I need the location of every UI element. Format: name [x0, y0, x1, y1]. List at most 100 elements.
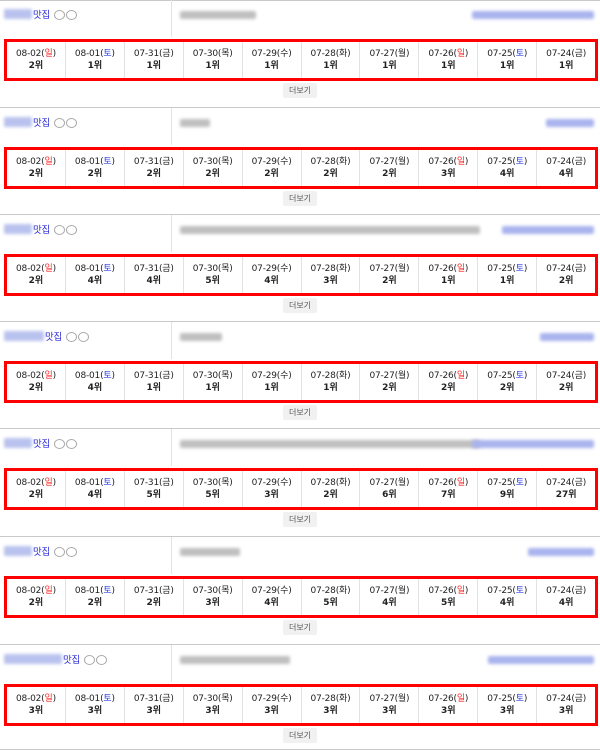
keyword-suffix[interactable]: 맛집	[33, 222, 50, 236]
date-value: 08-01	[74, 694, 101, 704]
rank-value: 2위	[205, 169, 220, 179]
rank-history-box: 08-02(일) 2위 08-01(토) 2위 07-31(금) 2위 07-30(목) 2위…	[4, 147, 598, 189]
column-divider	[171, 537, 172, 574]
date-label: 07-24(금)	[546, 264, 587, 274]
mobile-icon	[54, 439, 65, 449]
rank-history-box: 08-02(일) 2위 08-01(토) 1위 07-31(금) 1위 07-30(목) 1위…	[4, 39, 598, 81]
rank-cell: 07-24(금) 4위	[537, 579, 595, 615]
date-value: 07-26	[428, 694, 454, 704]
keyword-suffix[interactable]: 맛집	[33, 544, 50, 558]
rank-cell: 07-29(수) 2위	[243, 150, 302, 186]
rank-cell: 08-02(일) 2위	[7, 42, 66, 78]
pc-icon	[66, 547, 77, 557]
rank-history-box: 08-02(일) 2위 08-01(토) 2위 07-31(금) 2위 07-30(목) 3위…	[4, 576, 598, 618]
date-value: 07-28	[310, 371, 336, 381]
keyword-suffix[interactable]: 맛집	[45, 329, 62, 343]
place-link-redacted[interactable]	[488, 656, 594, 664]
date-label: 07-24(금)	[546, 478, 587, 488]
weekday-label: 화	[339, 694, 348, 704]
date-value: 07-31	[133, 371, 159, 381]
date-label: 07-25(토)	[487, 371, 528, 381]
rank-value: 1위	[558, 61, 574, 71]
rank-value: 3위	[146, 706, 162, 716]
rank-value: 4위	[558, 169, 574, 179]
more-button[interactable]: 더보기	[283, 512, 317, 527]
place-link-redacted[interactable]	[540, 333, 594, 341]
date-label: 07-31(금)	[133, 586, 174, 596]
weekday-label: 일	[44, 264, 53, 274]
mobile-icon	[54, 225, 65, 235]
mobile-icon	[66, 332, 77, 342]
more-button[interactable]: 더보기	[283, 405, 317, 420]
date-label: 07-30(목)	[192, 157, 233, 167]
date-value: 07-26	[428, 157, 454, 167]
rank-cell: 07-26(일) 3위	[419, 687, 479, 723]
weekday-label: 토	[515, 49, 524, 59]
weekday-label: 수	[280, 586, 289, 596]
date-value: 07-29	[251, 478, 277, 488]
column-divider	[171, 215, 172, 252]
more-button[interactable]: 더보기	[283, 191, 317, 206]
weekday-label: 토	[515, 586, 524, 596]
keyword-suffix[interactable]: 맛집	[33, 115, 50, 129]
date-label: 07-30(목)	[192, 49, 233, 59]
date-label: 07-28(화)	[310, 264, 351, 274]
date-label: 07-29(수)	[251, 694, 292, 704]
keyword-name-redacted	[4, 546, 32, 556]
rank-value: 5위	[441, 598, 456, 608]
keyword-name-redacted	[4, 654, 62, 664]
date-label: 07-27(월)	[369, 478, 410, 488]
rank-value: 1위	[205, 383, 220, 393]
weekday-label: 화	[339, 586, 348, 596]
place-link-redacted[interactable]	[472, 11, 594, 19]
rank-value: 3위	[441, 169, 456, 179]
weekday-label: 화	[339, 157, 348, 167]
rank-cell: 07-30(목) 3위	[184, 687, 243, 723]
rank-cell: 07-28(화) 5위	[302, 579, 361, 615]
date-label: 07-28(화)	[310, 371, 351, 381]
keyword-suffix[interactable]: 맛집	[33, 7, 50, 21]
date-label: 07-26(일)	[428, 694, 469, 704]
weekday-label: 월	[397, 157, 407, 167]
rank-value: 3위	[87, 706, 103, 716]
rank-cell: 07-26(일) 1위	[419, 257, 479, 293]
date-value: 07-26	[428, 478, 454, 488]
rank-value: 4위	[264, 276, 279, 286]
rank-value: 4위	[264, 598, 279, 608]
rank-cell: 07-31(금) 2위	[125, 150, 184, 186]
place-link-redacted[interactable]	[502, 226, 594, 234]
keyword-suffix[interactable]: 맛집	[63, 652, 80, 666]
place-url-redacted	[180, 11, 256, 19]
rank-cell: 08-02(일) 2위	[7, 579, 66, 615]
rank-cell: 07-28(화) 3위	[302, 687, 361, 723]
rank-cell: 07-30(목) 2위	[184, 150, 243, 186]
date-value: 07-30	[192, 264, 218, 274]
date-value: 07-24	[546, 371, 572, 381]
weekday-label: 일	[44, 586, 53, 596]
more-button[interactable]: 더보기	[283, 83, 317, 98]
rank-cell: 07-28(화) 2위	[302, 150, 361, 186]
date-label: 07-25(토)	[487, 478, 528, 488]
date-label: 07-26(일)	[428, 371, 469, 381]
more-button[interactable]: 더보기	[283, 298, 317, 313]
date-value: 07-27	[369, 264, 395, 274]
rank-cell: 08-01(토) 1위	[66, 42, 125, 78]
date-label: 07-31(금)	[133, 694, 174, 704]
rank-value: 4위	[382, 598, 397, 608]
place-link-redacted[interactable]	[528, 548, 594, 556]
rank-cell: 08-02(일) 2위	[7, 364, 66, 400]
rank-cell: 07-28(화) 1위	[302, 364, 361, 400]
keyword-suffix[interactable]: 맛집	[33, 436, 50, 450]
date-value: 07-30	[192, 694, 218, 704]
date-value: 07-29	[251, 371, 277, 381]
rank-cell: 07-31(금) 1위	[125, 42, 184, 78]
rank-value: 2위	[323, 169, 338, 179]
rank-cell: 07-27(월) 1위	[360, 42, 420, 78]
place-link-redacted[interactable]	[472, 440, 594, 448]
weekday-label: 수	[280, 264, 289, 274]
more-button[interactable]: 더보기	[283, 620, 317, 635]
date-value: 07-29	[251, 157, 277, 167]
more-button[interactable]: 더보기	[283, 728, 317, 743]
place-link-redacted[interactable]	[546, 119, 594, 127]
rank-value: 2위	[28, 383, 44, 393]
